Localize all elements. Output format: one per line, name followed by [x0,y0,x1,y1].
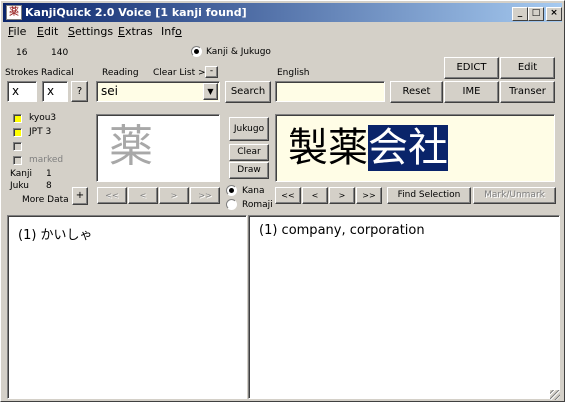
jukugo-chars: 製薬会社 [288,125,448,171]
resize-grip[interactable] [550,390,560,400]
jukugo-button[interactable]: Jukugo [229,117,269,141]
radical-count: 140 [51,48,69,58]
draw-button[interactable]: Draw [229,162,269,179]
kanji-glyph: 薬 [109,121,153,172]
chevron-down-icon[interactable]: ▼ [203,83,218,100]
menu-info[interactable]: Info [161,25,182,38]
nav-right-prev[interactable]: < [302,187,328,204]
meaning-result: (1) company, corporation [259,223,425,238]
nav-left-first[interactable]: << [97,187,127,204]
kanji-display[interactable]: 薬 [96,114,220,182]
juku-count: 8 [46,181,52,191]
search-button[interactable]: Search [225,81,271,103]
romaji-radio[interactable] [226,199,237,210]
romaji-label: Romaji [242,200,273,210]
title-bar[interactable]: 薬 KanjiQuick 2.0 Voice [1 kanji found] _… [3,3,562,22]
jukugo-char[interactable]: 社 [408,125,448,171]
kyou3-checkbox[interactable] [13,114,22,123]
mark-unmark-button[interactable]: Mark/Unmark [473,187,556,204]
menu-file[interactable]: File [8,25,26,38]
meaning-results-pane[interactable]: (1) company, corporation [248,215,560,399]
kyou3-label: kyou3 [29,113,57,123]
nav-right-next[interactable]: > [329,187,355,204]
blank-checkbox [13,142,22,151]
nav-right-first[interactable]: << [275,187,301,204]
kanji-count-label: Kanji [10,169,32,179]
kanji-jukugo-radio[interactable] [191,46,202,57]
nav-left-last[interactable]: >> [190,187,220,204]
radical-label: Radical [41,68,74,78]
radical-input[interactable]: x [42,81,68,102]
jpt3-label: JPT 3 [29,127,52,137]
kana-label: Kana [242,186,265,196]
find-selection-button[interactable]: Find Selection [387,187,471,204]
kanji-jukugo-label: Kanji & Jukugo [206,47,271,57]
jukugo-char[interactable]: 会 [368,125,408,171]
radical-help-button[interactable]: ? [71,81,88,102]
reading-value: sei [101,84,118,98]
more-data-button[interactable]: + [72,187,88,205]
reading-select[interactable]: sei ▼ [96,81,220,102]
clear-button[interactable]: Clear [229,144,269,161]
reading-label: Reading [102,68,139,78]
jpt3-checkbox[interactable] [13,128,22,137]
menu-extras[interactable]: Extras [118,25,153,38]
strokes-count: 16 [16,48,28,58]
jukugo-char[interactable]: 薬 [328,125,368,171]
more-data-label: More Data [22,195,69,205]
english-label: English [277,68,310,78]
kana-radio[interactable] [226,185,237,196]
transfer-button[interactable]: Transer [500,81,555,103]
window-title: KanjiQuick 2.0 Voice [1 kanji found] [25,6,247,19]
jukugo-display[interactable]: 製薬会社 [275,114,555,182]
clear-list-button[interactable]: - [205,66,218,78]
strokes-input[interactable]: x [7,81,37,102]
english-input[interactable] [275,81,385,102]
kanji-count: 1 [46,169,52,179]
maximize-button[interactable]: □ [528,7,544,21]
menu-settings[interactable]: Settings [68,25,113,38]
strokes-label: Strokes [5,68,39,78]
juku-count-label: Juku [10,181,29,191]
reading-results-pane[interactable]: (1) かいしゃ [7,215,247,399]
clear-list-label: Clear List > [153,68,206,78]
reading-result: (1) かいしゃ [18,228,93,243]
nav-left-prev[interactable]: < [128,187,158,204]
ime-button[interactable]: IME [444,81,499,103]
marked-label: marked [29,155,64,165]
edit-button[interactable]: Edit [500,57,555,79]
app-window: 薬 KanjiQuick 2.0 Voice [1 kanji found] _… [0,0,565,402]
nav-right-last[interactable]: >> [356,187,382,204]
menu-file-label: ile [13,25,27,38]
app-icon[interactable]: 薬 [6,5,22,20]
minimize-button[interactable]: _ [512,7,528,21]
edict-button[interactable]: EDICT [444,57,499,79]
nav-left-next[interactable]: > [159,187,189,204]
menu-edit[interactable]: Edit [37,25,58,38]
jukugo-char[interactable]: 製 [288,125,328,171]
marked-checkbox [13,156,22,165]
close-button[interactable]: × [546,7,562,21]
reset-button[interactable]: Reset [390,81,443,103]
